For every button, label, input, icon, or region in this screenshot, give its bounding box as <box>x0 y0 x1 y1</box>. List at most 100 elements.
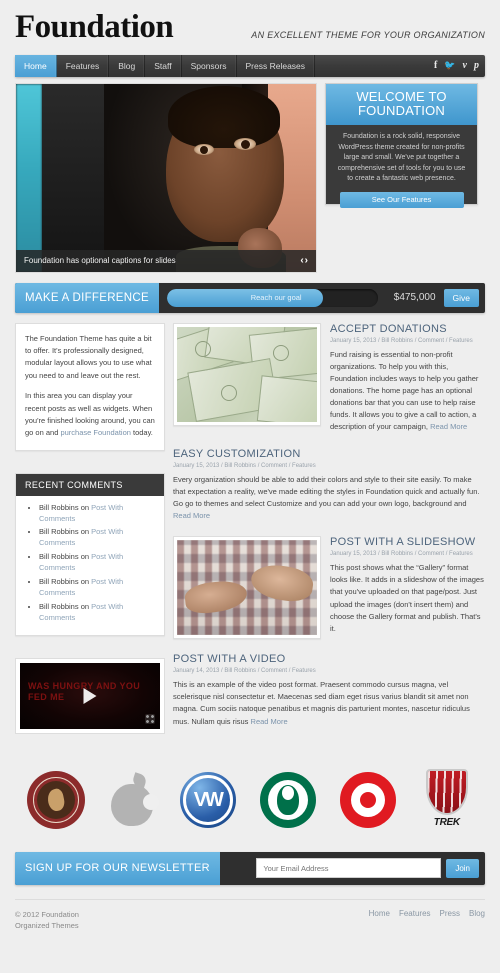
main-content: The Foundation Theme has quite a bit to … <box>15 322 485 742</box>
page-root: Foundation AN EXCELLENT THEME FOR YOUR O… <box>0 0 500 973</box>
read-more-link[interactable]: Read More <box>430 422 467 431</box>
footer-copyright: © 2012 Foundation <box>15 909 79 919</box>
play-icon[interactable] <box>83 688 97 705</box>
post-title[interactable]: POST WITH A SLIDESHOW <box>330 536 485 548</box>
newsletter-title: SIGN UP FOR OUR NEWSLETTER <box>15 851 220 885</box>
post-excerpt: This post shows what the “Gallery” forma… <box>330 563 484 633</box>
post-thumbnail-money[interactable] <box>173 322 321 426</box>
recent-comments-list: Bill Robbins on Post With Comments Bill … <box>25 503 155 624</box>
post-thumbnail-hands[interactable] <box>173 536 321 640</box>
post-title[interactable]: POST WITH A VIDEO <box>173 653 485 665</box>
list-item: Bill Robbins on Post With Comments <box>39 503 155 525</box>
apple-logo[interactable] <box>109 772 160 828</box>
recent-comments-title: RECENT COMMENTS <box>16 473 164 496</box>
welcome-widget: WELCOME TO FOUNDATION Foundation is a ro… <box>325 82 478 208</box>
trek-logo[interactable]: TREK <box>421 768 473 831</box>
intro-paragraph-2: In this area you can display your recent… <box>25 390 155 440</box>
footer-credits: © 2012 Foundation Organized Themes <box>15 909 79 932</box>
comment-on: on <box>78 502 92 512</box>
nav-item-features[interactable]: Features <box>57 54 110 77</box>
footer-link-press[interactable]: Press <box>440 909 460 918</box>
read-more-link[interactable]: Read More <box>173 511 210 520</box>
post-accept-donations: ACCEPT DONATIONS January 15, 2013 / Bill… <box>173 322 485 434</box>
join-button[interactable]: Join <box>446 858 479 878</box>
nav-item-sponsors[interactable]: Sponsors <box>182 54 237 77</box>
nav-item-blog[interactable]: Blog <box>109 54 146 77</box>
post-excerpt-text: Fund raising is essential to non-profit … <box>330 349 479 432</box>
video-thumbnail[interactable]: WAS HUNGRY AND YOU FED ME <box>20 663 160 730</box>
footer-link-blog[interactable]: Blog <box>469 909 485 918</box>
video-grid-icon[interactable] <box>145 714 155 725</box>
read-more-link[interactable]: Read More <box>251 717 288 726</box>
nav-item-staff[interactable]: Staff <box>145 54 182 77</box>
footer-link-home[interactable]: Home <box>369 909 390 918</box>
welcome-title-line2: FOUNDATION <box>358 102 445 118</box>
slide-nav-arrows[interactable]: ‹ › <box>300 255 308 266</box>
posts-column: ACCEPT DONATIONS January 15, 2013 / Bill… <box>173 322 485 742</box>
newsletter-form: Join <box>220 852 485 885</box>
twitter-icon[interactable]: 🐦 <box>444 61 455 70</box>
left-sidebar: The Foundation Theme has quite a bit to … <box>15 322 165 742</box>
comment-author: Bill Robbins <box>39 552 79 562</box>
post-excerpt-text: Every organization should be able to add… <box>173 474 480 508</box>
newsletter-signup-bar: SIGN UP FOR OUR NEWSLETTER Join <box>15 851 485 885</box>
comment-author: Bill Robbins <box>39 576 79 586</box>
vimeo-icon[interactable]: v <box>463 60 467 71</box>
starbucks-logo[interactable] <box>260 771 317 828</box>
site-footer: © 2012 Foundation Organized Themes Home … <box>15 898 485 932</box>
post-meta: January 15, 2013 / Bill Robbins / Commen… <box>173 462 316 469</box>
purchase-foundation-link[interactable]: purchase Foundation <box>60 428 130 437</box>
post-excerpt: Fund raising is essential to non-profit … <box>330 349 485 434</box>
post-with-a-slideshow: POST WITH A SLIDESHOW January 15, 2013 /… <box>173 536 485 640</box>
nav-item-home[interactable]: Home <box>15 54 57 77</box>
post-title[interactable]: ACCEPT DONATIONS <box>330 323 485 335</box>
site-title[interactable]: Foundation <box>15 10 174 45</box>
recent-comments-body: Bill Robbins on Post With Comments Bill … <box>16 496 164 636</box>
post-meta: January 15, 2013 / Bill Robbins / Commen… <box>330 337 473 344</box>
chipotle-logo[interactable] <box>27 770 86 829</box>
hero-slider[interactable]: Foundation has optional captions for sli… <box>15 82 317 273</box>
list-item: Bill Robbins on Post With Comments <box>39 527 155 549</box>
list-item: Bill Robbins on Post With Comments <box>39 552 155 574</box>
main-navigation: Home Features Blog Staff Sponsors Press … <box>15 54 485 77</box>
donation-bar: MAKE A DIFFERENCE Reach our goal $475,00… <box>15 282 485 313</box>
footer-nav: Home Features Press Blog <box>369 909 485 918</box>
slide-caption-text: Foundation has optional captions for sli… <box>24 256 176 266</box>
give-button[interactable]: Give <box>443 288 479 307</box>
post-text-block: ACCEPT DONATIONS January 15, 2013 / Bill… <box>330 323 485 434</box>
nav-item-press-releases[interactable]: Press Releases <box>237 54 316 77</box>
post-title[interactable]: EASY CUSTOMIZATION <box>173 448 485 460</box>
trek-wordmark: TREK <box>433 816 460 828</box>
welcome-widget-title: WELCOME TO FOUNDATION <box>326 83 477 126</box>
post-meta: January 15, 2013 / Bill Robbins / Commen… <box>330 551 473 558</box>
post-meta: January 14, 2013 / Bill Robbins / Commen… <box>173 668 316 675</box>
sponsor-logos: VW TREK <box>15 760 485 840</box>
comment-on: on <box>78 601 92 611</box>
donation-bar-title: MAKE A DIFFERENCE <box>15 282 159 313</box>
welcome-title-line1: WELCOME TO <box>356 88 447 104</box>
comment-author: Bill Robbins <box>39 502 79 512</box>
list-item: Bill Robbins on Post With Comments <box>39 577 155 599</box>
comment-on: on <box>78 527 92 537</box>
see-our-features-button[interactable]: See Our Features <box>339 191 464 208</box>
target-logo[interactable] <box>340 771 397 828</box>
donation-progress-track: Reach our goal <box>166 288 378 307</box>
facebook-icon[interactable]: f <box>434 60 437 71</box>
recent-comments-widget: RECENT COMMENTS Bill Robbins on Post Wit… <box>15 472 165 637</box>
slide-prev-icon[interactable]: ‹ <box>300 255 303 266</box>
email-field[interactable] <box>256 858 442 879</box>
slide-next-icon[interactable]: › <box>305 255 308 266</box>
comment-on: on <box>78 576 92 586</box>
donation-progress-fill: Reach our goal <box>166 288 323 307</box>
volkswagen-logo[interactable]: VW <box>179 771 236 828</box>
pinterest-icon[interactable]: p <box>474 60 479 71</box>
donation-amount: $475,000 <box>393 292 436 304</box>
masthead: Foundation AN EXCELLENT THEME FOR YOUR O… <box>0 0 500 51</box>
post-with-a-video: POST WITH A VIDEO January 14, 2013 / Bil… <box>173 653 485 728</box>
intro-widget: The Foundation Theme has quite a bit to … <box>15 322 165 451</box>
footer-link-features[interactable]: Features <box>399 909 431 918</box>
slide-caption: Foundation has optional captions for sli… <box>16 249 316 272</box>
donation-progress-wrap: Reach our goal <box>159 283 386 313</box>
video-widget: WAS HUNGRY AND YOU FED ME <box>15 658 165 735</box>
